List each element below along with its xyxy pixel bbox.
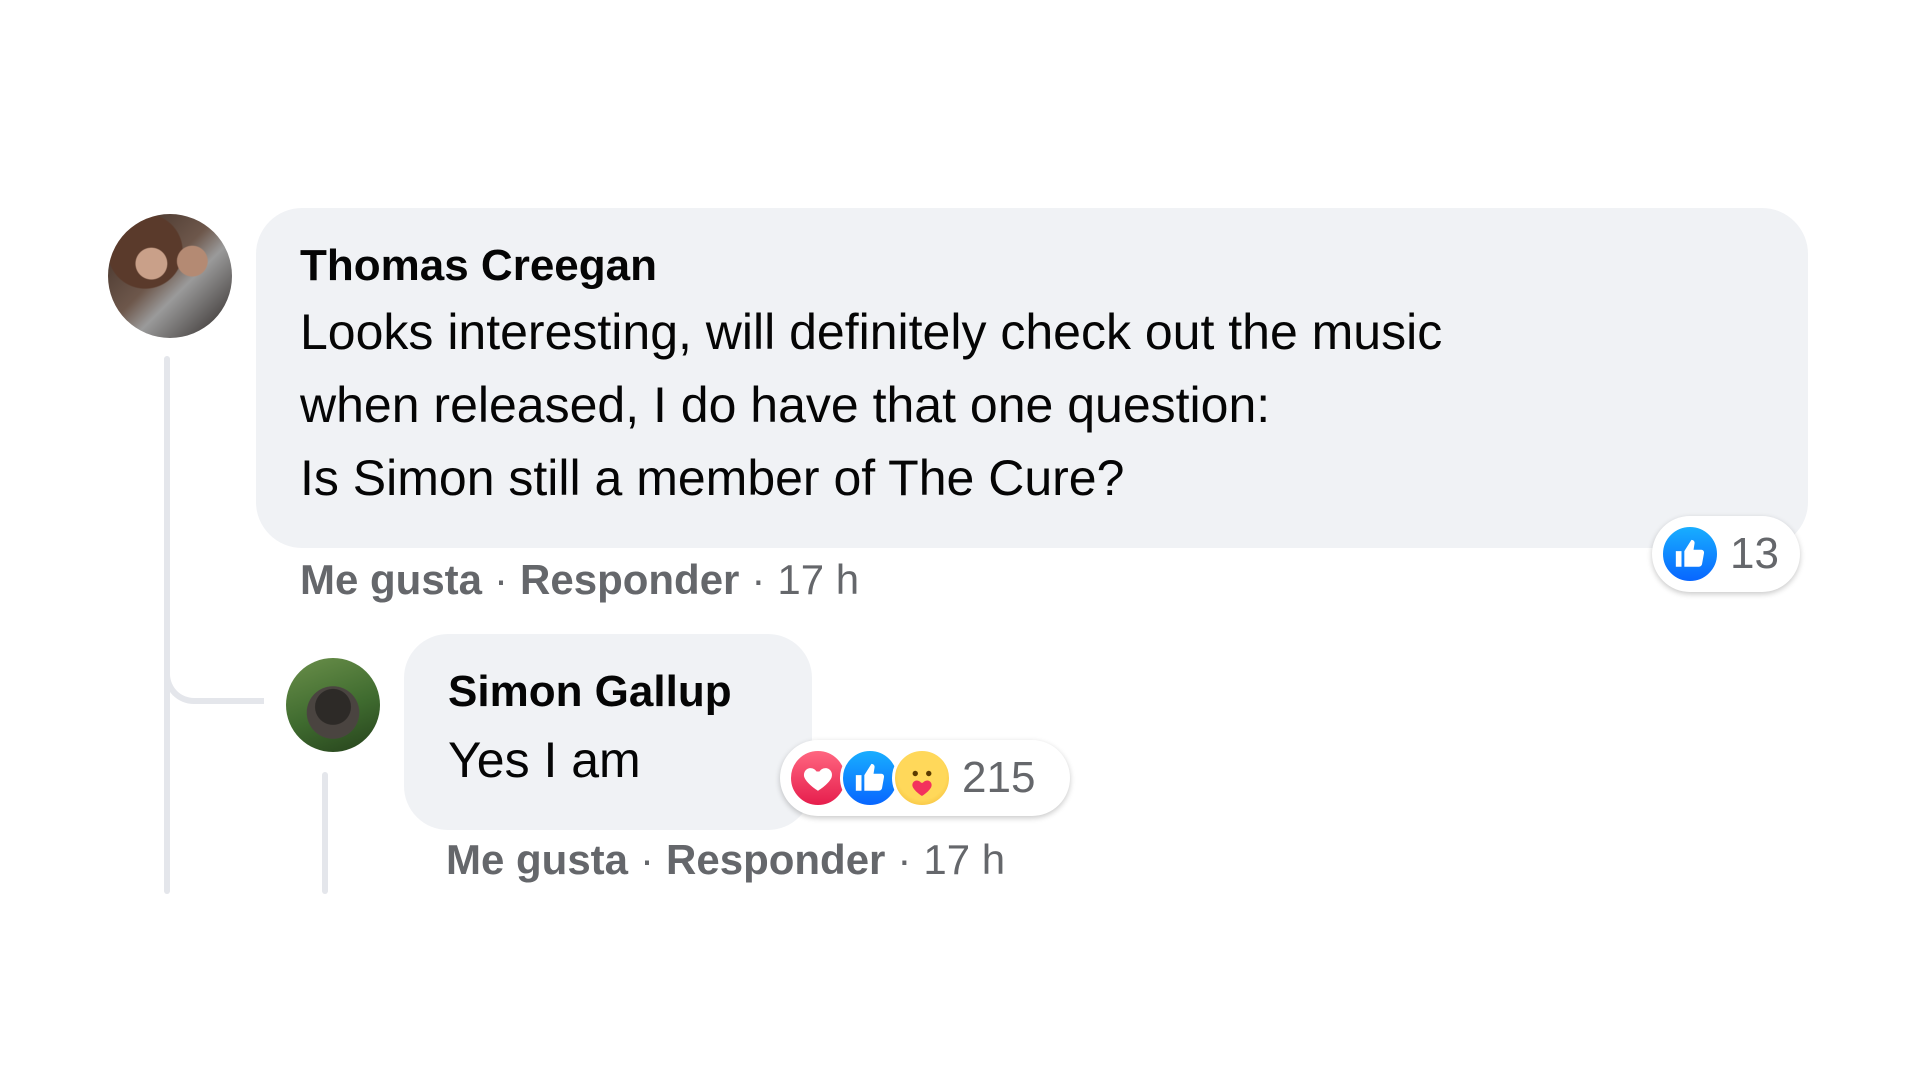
timestamp[interactable]: 17 h <box>923 836 1005 884</box>
reply-button[interactable]: Responder <box>666 836 885 884</box>
timestamp[interactable]: 17 h <box>777 556 859 604</box>
separator: · <box>751 556 766 603</box>
like-button[interactable]: Me gusta <box>446 836 628 884</box>
comment-thread: Thomas Creegan Looks interesting, will d… <box>0 0 1920 1080</box>
reply-thread-line <box>322 772 328 894</box>
reaction-count: 215 <box>962 753 1036 802</box>
separator: · <box>640 836 655 883</box>
like-icon <box>1660 524 1720 584</box>
comment-author[interactable]: Thomas Creegan <box>300 238 1764 294</box>
separator: · <box>494 556 509 603</box>
like-icon <box>840 748 900 808</box>
comment-text: Looks interesting, will definitely check… <box>300 304 1443 506</box>
comment-actions: Me gusta · Responder · 17 h <box>300 556 859 604</box>
thread-connector <box>164 640 264 704</box>
love-icon <box>788 748 848 808</box>
comment-bubble: Thomas Creegan Looks interesting, will d… <box>256 208 1808 548</box>
separator: · <box>897 836 912 883</box>
reaction-summary[interactable]: 13 <box>1652 516 1800 592</box>
reply-text: Yes I am <box>448 732 641 788</box>
reaction-count: 13 <box>1730 529 1779 578</box>
reaction-summary[interactable]: 215 <box>780 740 1070 816</box>
reply-author[interactable]: Simon Gallup <box>448 664 768 720</box>
like-button[interactable]: Me gusta <box>300 556 482 604</box>
reply-bubble: Simon Gallup Yes I am <box>404 634 812 830</box>
reply-actions: Me gusta · Responder · 17 h <box>446 836 1005 884</box>
care-icon <box>892 748 952 808</box>
avatar[interactable] <box>286 658 380 752</box>
thread-line <box>164 356 170 894</box>
avatar[interactable] <box>108 214 232 338</box>
reply-button[interactable]: Responder <box>520 556 739 604</box>
